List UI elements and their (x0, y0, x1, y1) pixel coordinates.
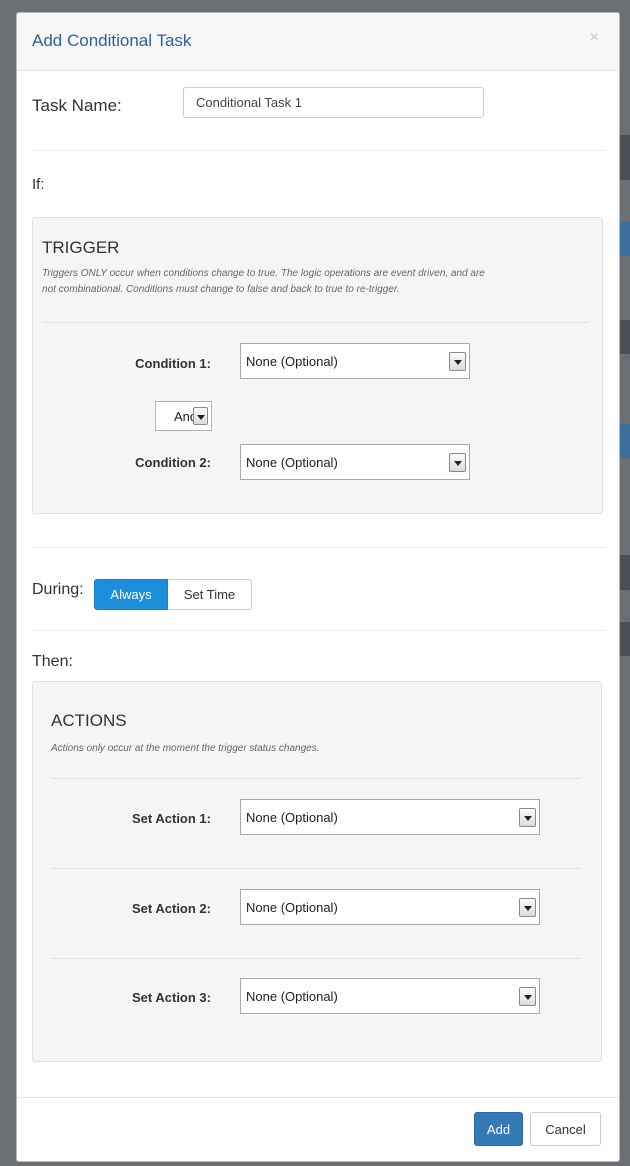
divider (42, 322, 589, 323)
condition-2-value: None (Optional) (246, 455, 338, 470)
modal-footer (17, 1097, 619, 1098)
task-name-input[interactable] (183, 87, 484, 118)
during-set-time-button[interactable]: Set Time (168, 579, 252, 610)
set-action-3-value: None (Optional) (246, 989, 338, 1004)
divider (51, 958, 581, 959)
during-always-button[interactable]: Always (94, 579, 168, 610)
set-action-1-label: Set Action 1: (132, 811, 211, 826)
close-icon[interactable]: × (590, 29, 599, 47)
trigger-help-line-2: not combinational. Conditions must chang… (42, 284, 400, 295)
set-action-2-select[interactable]: None (Optional) (240, 889, 540, 925)
divider (32, 150, 606, 151)
if-label: If: (32, 176, 45, 193)
trigger-help-line-1: Triggers ONLY occur when conditions chan… (42, 268, 485, 279)
set-action-2-label: Set Action 2: (132, 901, 211, 916)
chevron-down-icon (449, 352, 466, 371)
set-action-3-label: Set Action 3: (132, 990, 211, 1005)
add-button[interactable]: Add (474, 1112, 523, 1146)
condition-1-value: None (Optional) (246, 354, 338, 369)
set-action-3-select[interactable]: None (Optional) (240, 978, 540, 1014)
chevron-down-icon (519, 808, 536, 827)
actions-panel: ACTIONS Actions only occur at the moment… (32, 681, 602, 1062)
chevron-down-icon (193, 407, 208, 425)
trigger-title: TRIGGER (42, 238, 120, 257)
task-name-label: Task Name: (32, 96, 122, 115)
modal-header: Add Conditional Task × (17, 13, 619, 71)
add-conditional-task-modal: Add Conditional Task × Task Name: If: TR… (16, 12, 620, 1162)
condition-1-label: Condition 1: (135, 356, 211, 371)
condition-1-select[interactable]: None (Optional) (240, 343, 470, 379)
chevron-down-icon (449, 453, 466, 472)
cancel-button[interactable]: Cancel (530, 1112, 601, 1146)
then-label: Then: (32, 653, 73, 670)
divider (32, 547, 606, 548)
set-action-2-value: None (Optional) (246, 900, 338, 915)
condition-2-select[interactable]: None (Optional) (240, 444, 470, 480)
set-action-1-select[interactable]: None (Optional) (240, 799, 540, 835)
actions-help: Actions only occur at the moment the tri… (51, 743, 320, 754)
trigger-panel: TRIGGER Triggers ONLY occur when conditi… (32, 217, 603, 514)
modal-title: Add Conditional Task (32, 31, 192, 50)
during-label: During: (32, 581, 84, 598)
divider (51, 868, 581, 869)
chevron-down-icon (519, 898, 536, 917)
divider (51, 778, 581, 779)
actions-title: ACTIONS (51, 711, 127, 730)
divider (32, 630, 606, 631)
set-action-1-value: None (Optional) (246, 810, 338, 825)
chevron-down-icon (519, 987, 536, 1006)
logic-operator-select[interactable]: And (155, 401, 212, 431)
condition-2-label: Condition 2: (135, 455, 211, 470)
